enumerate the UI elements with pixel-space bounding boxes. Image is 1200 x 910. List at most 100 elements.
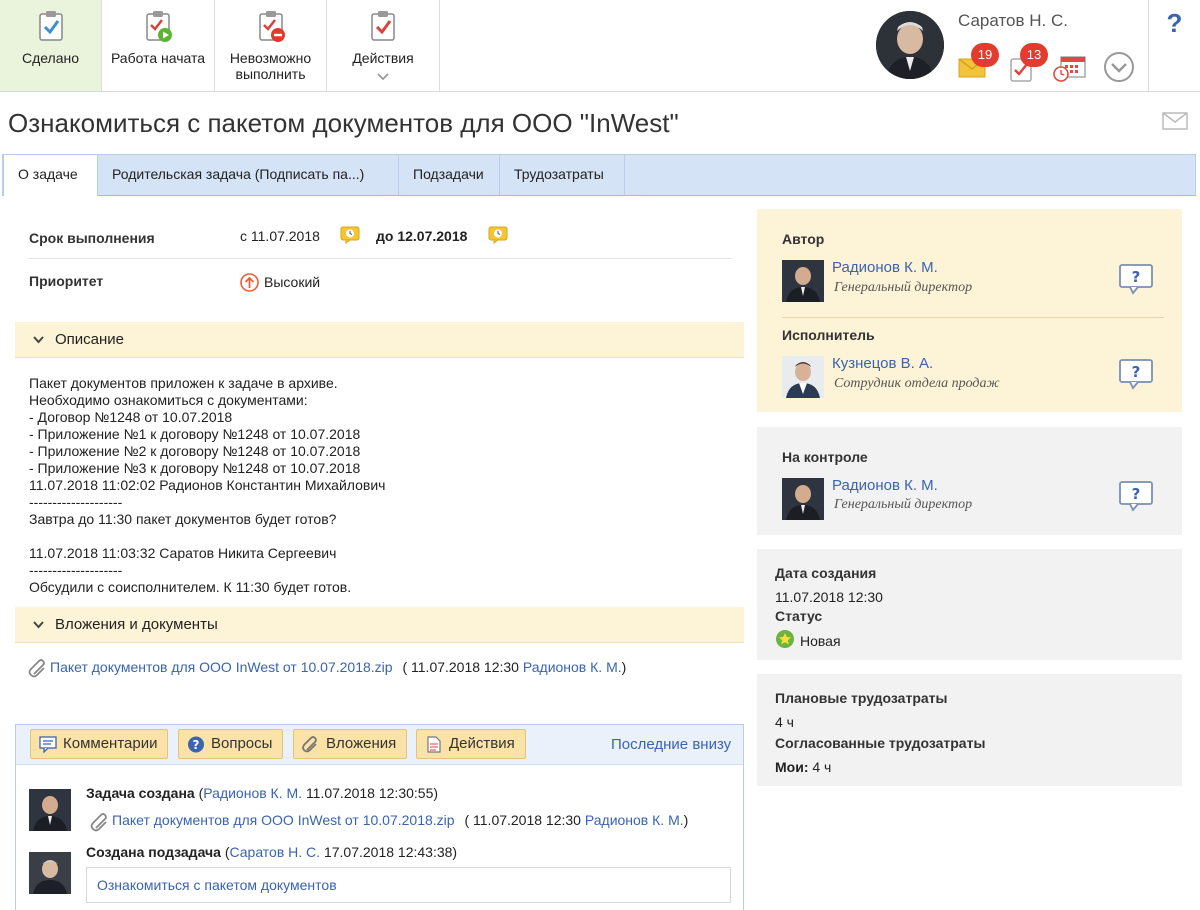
attachment-author[interactable]: Радионов К. М. [523, 659, 622, 675]
executor-label: Исполнитель [782, 327, 875, 343]
clipboard-check-icon [38, 11, 63, 41]
attachments-section-header[interactable]: Вложения и документы [15, 607, 744, 643]
chevron-down-icon [33, 621, 44, 629]
labor-panel: Плановые трудозатраты 4 ч Согласованные … [757, 674, 1182, 786]
attachment-row: Пакет документов для ООО InWest от 10.07… [50, 659, 627, 675]
planned-label: Плановые трудозатраты [775, 690, 948, 706]
subtask-link[interactable]: Ознакомиться с пакетом документов [97, 877, 337, 893]
document-icon [427, 736, 441, 753]
priority-value: Высокий [264, 274, 321, 290]
event-attachment-row: Пакет документов для ООО InWest от 10.07… [112, 812, 689, 828]
event-created: Задача создана (Радионов К. М. 11.07.201… [86, 785, 439, 801]
author-label: Автор [782, 231, 825, 247]
work-started-button[interactable]: Работа начата [102, 0, 215, 91]
tasks-count-badge: 13 [1020, 43, 1048, 67]
priority-up-icon [240, 273, 259, 292]
event-author-link[interactable]: Радионов К. М. [203, 785, 302, 801]
paperclip-icon [302, 736, 317, 753]
clock-icon[interactable] [488, 226, 508, 244]
clipboard-actions-icon [371, 11, 395, 41]
page-title: Ознакомиться с пакетом документов для ОО… [8, 108, 679, 138]
attachment-link[interactable]: Пакет документов для ООО InWest от 10.07… [50, 659, 393, 675]
author-role: Генеральный директор [834, 280, 973, 295]
status-new-icon [776, 630, 794, 648]
divider [782, 317, 1164, 318]
event-author-link[interactable]: Саратов Н. С. [229, 844, 320, 860]
clipboard-play-icon [146, 11, 172, 42]
executor-role: Сотрудник отдела продаж [834, 376, 1000, 391]
avatar [29, 852, 71, 894]
comments-panel: Комментарии ? Вопросы Вложения Действия … [15, 724, 744, 910]
control-label: На контроле [782, 449, 868, 465]
avatar [782, 478, 824, 520]
chevron-circle-down-icon[interactable] [1103, 51, 1135, 83]
priority-label: Приоритет [29, 273, 104, 289]
attachment-link[interactable]: Пакет документов для ООО InWest от 10.07… [112, 812, 455, 828]
created-label: Дата создания [775, 565, 877, 581]
author-name[interactable]: Радионов К. М. [832, 259, 938, 276]
tab-labor[interactable]: Трудозатраты [500, 155, 625, 195]
paperclip-icon [90, 813, 107, 832]
help-button[interactable]: ? [1148, 0, 1200, 91]
question-bubble-icon[interactable]: ? [1118, 263, 1154, 295]
svg-text:?: ? [193, 738, 200, 752]
comments-button[interactable]: Комментарии [30, 729, 169, 759]
tab-subtasks[interactable]: Подзадачи [399, 155, 500, 195]
description-section-header[interactable]: Описание [15, 322, 744, 358]
tab-parent-task[interactable]: Родительская задача (Подписать па...) [98, 155, 399, 195]
status-value: Новая [800, 633, 841, 649]
event-subtask: Создана подзадача (Саратов Н. С. 17.07.2… [86, 844, 458, 860]
executor-name[interactable]: Кузнецов В. А. [832, 355, 933, 372]
impossible-button[interactable]: Невозможно выполнить [215, 0, 327, 91]
created-value: 11.07.2018 12:30 [775, 589, 883, 605]
attachment-author[interactable]: Радионов К. М. [585, 812, 684, 828]
user-name[interactable]: Саратов Н. С. [958, 11, 1068, 31]
mail-count-badge: 19 [971, 43, 999, 67]
agreed-label: Согласованные трудозатраты [775, 735, 986, 751]
question-bubble-icon[interactable]: ? [1118, 480, 1154, 512]
control-panel: На контроле Радионов К. М. Генеральный д… [757, 427, 1182, 535]
planned-value: 4 ч [775, 714, 794, 730]
avatar [29, 789, 71, 831]
user-avatar[interactable] [876, 11, 944, 79]
svg-text:?: ? [1132, 268, 1141, 286]
deadline-label: Срок выполнения [29, 230, 155, 246]
subtask-box[interactable]: Ознакомиться с пакетом документов [86, 867, 731, 903]
mine-row: Мои: 4 ч [775, 759, 832, 775]
svg-text:?: ? [1132, 363, 1141, 381]
participants-panel: Автор Радионов К. М. Генеральный директо… [757, 209, 1182, 412]
question-bubble-icon[interactable]: ? [1118, 358, 1154, 390]
toolbar: Сделано Работа начата Невозможно выполнит… [0, 0, 1200, 92]
question-circle-icon: ? [188, 736, 204, 753]
avatar [782, 356, 824, 398]
control-name[interactable]: Радионов К. М. [832, 477, 938, 494]
clock-icon[interactable] [340, 226, 360, 244]
comments-toolbar: Комментарии ? Вопросы Вложения Действия … [16, 725, 743, 765]
done-label: Сделано [21, 50, 80, 66]
tab-about[interactable]: О задаче [3, 154, 98, 196]
svg-text:?: ? [1132, 485, 1141, 503]
paperclip-icon [28, 659, 45, 678]
attachment-date: 11.07.2018 12:30 [411, 659, 519, 675]
envelope-icon[interactable] [1162, 112, 1188, 130]
comment-icon [39, 736, 57, 753]
questions-button[interactable]: ? Вопросы [178, 729, 284, 759]
work-started-label: Работа начата [110, 50, 206, 66]
control-role: Генеральный директор [834, 497, 973, 512]
chevron-down-icon [33, 336, 44, 344]
tab-bar: О задаче Родительская задача (Подписать … [2, 154, 1196, 196]
calendar-clock-icon[interactable] [1053, 54, 1087, 82]
actions-history-button[interactable]: Действия [416, 729, 526, 759]
deadline-to: до 12.07.2018 [376, 228, 468, 244]
status-label: Статус [775, 608, 823, 624]
avatar [782, 260, 824, 302]
actions-button[interactable]: Действия [327, 0, 440, 91]
sort-order-link[interactable]: Последние внизу [611, 736, 731, 753]
attachments-button[interactable]: Вложения [293, 729, 408, 759]
clipboard-minus-icon [258, 11, 285, 42]
done-button[interactable]: Сделано [0, 0, 102, 91]
info-panel: Дата создания 11.07.2018 12:30 Статус Но… [757, 549, 1182, 660]
divider [29, 258, 731, 259]
deadline-from: с 11.07.2018 [240, 228, 320, 244]
impossible-label: Невозможно выполнить [229, 50, 312, 82]
